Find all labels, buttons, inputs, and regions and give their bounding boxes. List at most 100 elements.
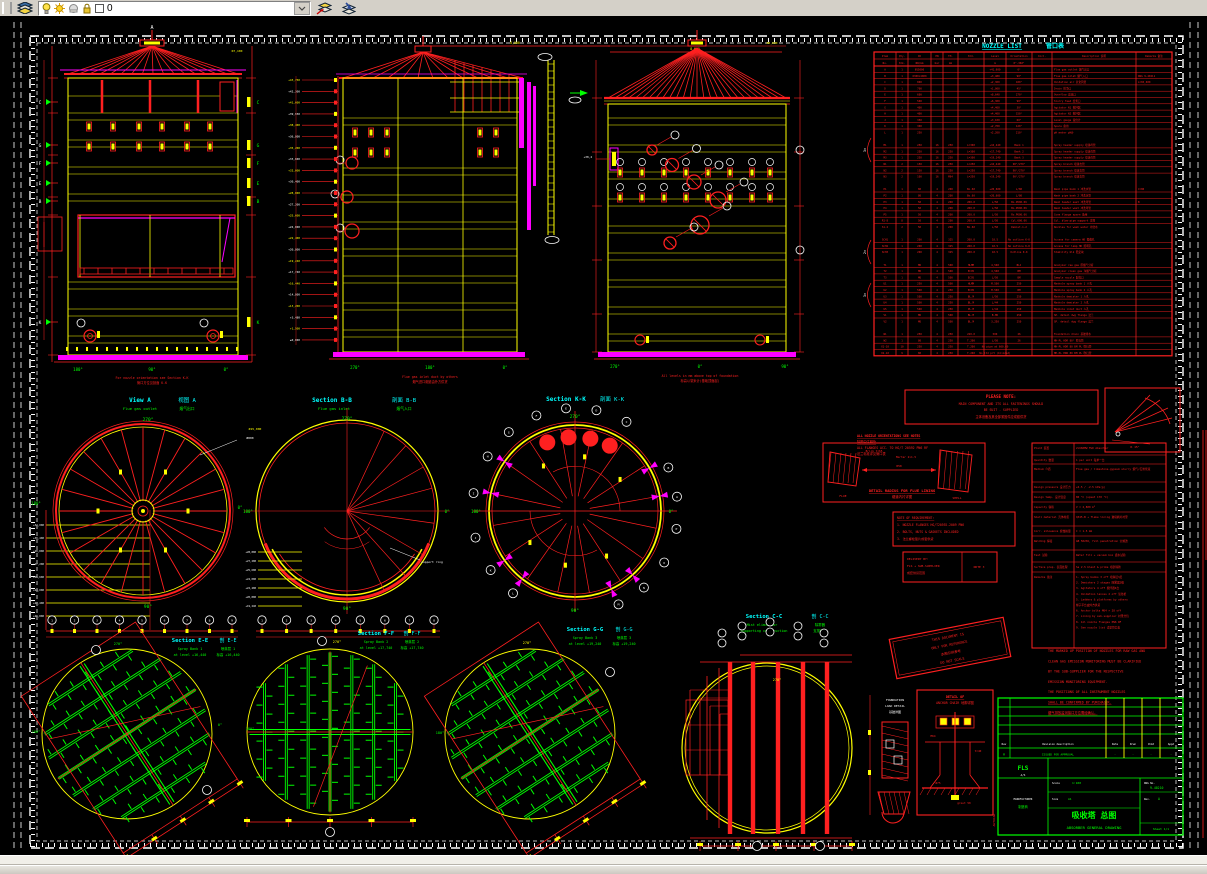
svg-text:150°: 150° bbox=[1016, 112, 1023, 116]
status-strip-bottom[interactable] bbox=[0, 865, 1207, 874]
svg-text:BL.M: BL.M bbox=[968, 301, 975, 305]
svg-text:E: E bbox=[565, 407, 567, 411]
svg-text:8: 8 bbox=[901, 219, 903, 223]
layer-lock-icon[interactable] bbox=[82, 3, 92, 14]
svg-text:SCH3: SCH3 bbox=[882, 250, 889, 254]
make-layer-current-button[interactable] bbox=[313, 1, 335, 15]
svg-text:Remarks 备注: Remarks 备注 bbox=[1145, 54, 1163, 58]
svg-text:Q345-B + flake lining 玻璃鳞片衬里: Q345-B + flake lining 玻璃鳞片衬里 bbox=[1076, 515, 1128, 519]
drawing-canvas[interactable]: AR7,100CCGGFFEEBBKK180°90°0°For nozzle o… bbox=[0, 16, 1207, 855]
svg-text:Spray header supply 喷淋母管: Spray header supply 喷淋母管 bbox=[1054, 143, 1096, 147]
svg-text:Spray branch 喷淋支管: Spray branch 喷淋支管 bbox=[1054, 175, 1085, 179]
layer-on-bulb-icon[interactable] bbox=[42, 3, 51, 14]
svg-text:Manhole spray bank 1 人孔: Manhole spray bank 1 人孔 bbox=[1054, 282, 1092, 286]
svg-text:16: 16 bbox=[935, 156, 939, 160]
layer-previous-icon bbox=[340, 2, 356, 15]
svg-text:10: 10 bbox=[900, 345, 904, 349]
svg-text:标高 +19,240: 标高 +19,240 bbox=[612, 641, 635, 646]
svg-text:500: 500 bbox=[917, 99, 922, 103]
svg-text:Flue gas inlet: Flue gas inlet bbox=[318, 406, 350, 411]
svg-text:Date: Date bbox=[1112, 742, 1119, 746]
svg-text:L/50: L/50 bbox=[992, 206, 999, 210]
svg-text:D: D bbox=[596, 409, 598, 413]
svg-text:1: 1 bbox=[901, 105, 903, 109]
layer-color-swatch[interactable] bbox=[95, 4, 104, 13]
svg-text:200: 200 bbox=[917, 244, 922, 248]
svg-text:DWG 9-40211: DWG 9-40211 bbox=[1138, 74, 1156, 78]
svg-text:PN: PN bbox=[935, 54, 939, 58]
svg-text:A: A bbox=[1158, 797, 1160, 801]
section-f-f: Section F-FSpray Bank 2at level +17,740剖… bbox=[244, 630, 424, 837]
svg-text:FLUE: FLUE bbox=[839, 494, 846, 498]
elevation-view-1: AR7,100CCGGFFEEBBKK180°90°0°For nozzle o… bbox=[38, 25, 260, 385]
svg-text:16: 16 bbox=[935, 162, 939, 166]
svg-text:L/50: L/50 bbox=[992, 275, 999, 279]
svg-text:Section C-C: Section C-C bbox=[746, 614, 782, 620]
svg-text:ECO5: ECO5 bbox=[968, 275, 975, 279]
toolbar-grip[interactable] bbox=[2, 2, 12, 14]
svg-text:Bank 3: Bank 3 bbox=[1014, 156, 1024, 160]
svg-text:喷淋层 2: 喷淋层 2 bbox=[405, 639, 419, 644]
svg-text:1: 1 bbox=[901, 244, 903, 248]
svg-text:250: 250 bbox=[917, 282, 922, 286]
svg-text:+16,440: +16,440 bbox=[288, 281, 300, 285]
layer-previous-button[interactable] bbox=[337, 1, 359, 15]
svg-text:Flue gas / limestone-gypsum sl: Flue gas / limestone-gypsum slurry 烟气/石膏… bbox=[1076, 467, 1151, 471]
svg-text:1: 1 bbox=[901, 99, 903, 103]
svg-text:+25,600: +25,600 bbox=[33, 575, 44, 579]
svg-text:W1: W1 bbox=[883, 332, 887, 336]
layer-plot-icon[interactable] bbox=[68, 3, 79, 14]
svg-text:U5: U5 bbox=[883, 307, 887, 311]
svg-text:at level +17,740: at level +17,740 bbox=[360, 646, 393, 650]
svg-text:50: 50 bbox=[918, 206, 922, 210]
svg-text:Section K-K: Section K-K bbox=[546, 396, 586, 403]
svg-text:1: 1 bbox=[901, 288, 903, 292]
svg-text:4: 4 bbox=[335, 618, 337, 622]
svg-text:+20,800: +20,800 bbox=[245, 595, 256, 599]
svg-text:ECO5: ECO5 bbox=[968, 269, 975, 273]
layer-dropdown-chevron[interactable] bbox=[294, 2, 310, 15]
svg-text:P5: P5 bbox=[883, 212, 887, 216]
svg-text:+4,400: +4,400 bbox=[990, 112, 1000, 116]
svg-text:1: 1 bbox=[901, 238, 903, 242]
svg-text:L/44: L/44 bbox=[992, 307, 999, 311]
svg-text:V2: V2 bbox=[883, 320, 887, 324]
svg-text:3×: 3× bbox=[863, 293, 867, 297]
svg-text:1: 1 bbox=[901, 149, 903, 153]
svg-text:SHELL: SHELL bbox=[952, 496, 961, 500]
layer-properties-button[interactable] bbox=[14, 1, 36, 15]
svg-text:LOAD DETAIL: LOAD DETAIL bbox=[885, 704, 905, 708]
view-a: View AFlue gas outlet视图 A烟气出口+32,000+30,… bbox=[31, 396, 261, 637]
svg-text:Revision description: Revision description bbox=[1042, 742, 1074, 746]
svg-text:1: 1 bbox=[901, 269, 903, 273]
svg-text:1: 1 bbox=[901, 212, 903, 216]
layer-thaw-sun-icon[interactable] bbox=[54, 3, 65, 14]
svg-text:1: 1 bbox=[901, 187, 903, 191]
svg-text:No ltd prt (blinded): No ltd prt (blinded) bbox=[979, 351, 1011, 355]
svg-text:250: 250 bbox=[1017, 294, 1022, 298]
svg-text:250: 250 bbox=[1017, 307, 1022, 311]
section-k-k: Section K-K剖面 K-KABCDEFGHIJKLMNOP270°0°9… bbox=[469, 395, 681, 614]
svg-text:4: 4 bbox=[936, 269, 938, 273]
svg-text:T1: T1 bbox=[883, 263, 887, 267]
svg-text:L/50: L/50 bbox=[992, 225, 999, 229]
layer-dropdown[interactable]: 0 bbox=[38, 1, 311, 16]
svg-text:500: 500 bbox=[948, 282, 953, 286]
svg-text:本图仅供参考: 本图仅供参考 bbox=[940, 648, 962, 657]
svg-text:180°: 180° bbox=[31, 501, 41, 506]
svg-text:270°: 270° bbox=[333, 640, 341, 644]
svg-text:MH-PL HDR 80 BM PL 吹扫管: MH-PL HDR 80 BM PL 吹扫管 bbox=[1054, 345, 1092, 349]
svg-text:+19,240: +19,240 bbox=[245, 604, 256, 608]
svg-text:210°: 210° bbox=[1016, 131, 1023, 135]
svg-text:+41,600: +41,600 bbox=[288, 101, 300, 105]
svg-text:L/80: L/80 bbox=[1016, 187, 1023, 191]
svg-text:80: 80 bbox=[918, 351, 922, 355]
svg-text:0°: 0° bbox=[1017, 68, 1021, 72]
svg-text:Stk.: Stk. bbox=[899, 61, 905, 65]
svg-text:+25,600: +25,600 bbox=[245, 568, 256, 572]
svg-text:Spray Bank 2: Spray Bank 2 bbox=[364, 640, 389, 644]
cad-drawing[interactable]: AR7,100CCGGFFEEBBKK180°90°0°For nozzle o… bbox=[0, 16, 1207, 855]
svg-text:2: 2 bbox=[901, 225, 903, 229]
svg-text:Capacity 容积: Capacity 容积 bbox=[1034, 505, 1054, 509]
svg-text:A1: A1 bbox=[1068, 797, 1072, 801]
